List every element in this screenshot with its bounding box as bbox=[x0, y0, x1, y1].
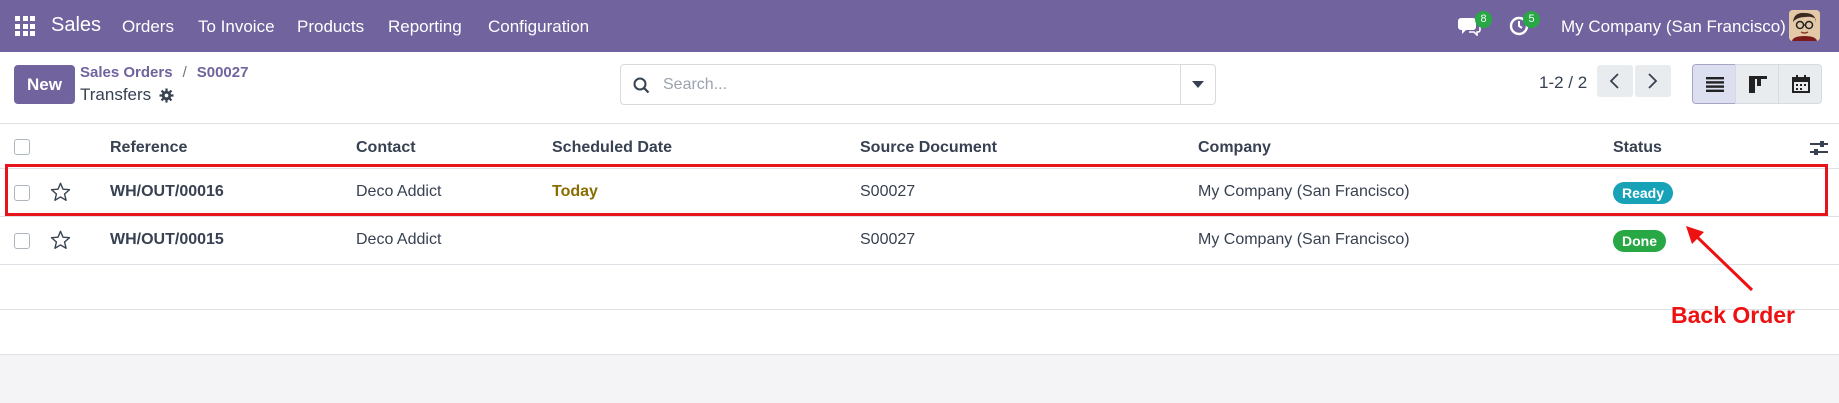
list-view-button[interactable] bbox=[1692, 64, 1736, 104]
calendar-view-button[interactable] bbox=[1778, 64, 1822, 104]
menu-reporting[interactable]: Reporting bbox=[388, 17, 462, 37]
settings-toggle-icon[interactable] bbox=[1810, 140, 1828, 156]
cell-company: My Company (San Francisco) bbox=[1198, 231, 1410, 248]
breadcrumb-sales-orders[interactable]: Sales Orders bbox=[80, 64, 173, 81]
pager-next-button[interactable] bbox=[1635, 65, 1671, 97]
menu-to-invoice[interactable]: To Invoice bbox=[198, 17, 275, 37]
annotation-arrow bbox=[1686, 226, 1754, 292]
chevron-left-icon bbox=[1609, 73, 1619, 89]
search-options-toggle[interactable] bbox=[1180, 65, 1215, 104]
messages-badge: 8 bbox=[1475, 11, 1492, 28]
pager-previous-button[interactable] bbox=[1597, 65, 1633, 97]
apps-icon[interactable] bbox=[15, 16, 35, 36]
kanban-view-button[interactable] bbox=[1735, 64, 1779, 104]
gear-icon[interactable] bbox=[159, 87, 174, 103]
page-title-row: Transfers bbox=[80, 85, 174, 105]
kanban-view-icon bbox=[1749, 76, 1767, 93]
menu-orders[interactable]: Orders bbox=[122, 17, 174, 37]
search-input[interactable]: Search... bbox=[663, 76, 727, 94]
cell-contact: Deco Addict bbox=[356, 231, 442, 248]
search-icon bbox=[633, 77, 650, 94]
menu-configuration[interactable]: Configuration bbox=[488, 17, 589, 37]
new-button[interactable]: New bbox=[14, 65, 75, 104]
breadcrumb-separator: / bbox=[182, 64, 187, 81]
list-view-icon bbox=[1706, 77, 1724, 92]
breadcrumb-order[interactable]: S00027 bbox=[197, 64, 249, 81]
search-bar[interactable]: Search... bbox=[620, 64, 1216, 105]
column-reference[interactable]: Reference bbox=[110, 139, 187, 157]
cell-reference: WH/OUT/00015 bbox=[110, 231, 224, 248]
control-panel: New Sales Orders / S00027 Transfers Search… bbox=[0, 52, 1839, 124]
column-company[interactable]: Company bbox=[1198, 139, 1271, 157]
menu-products[interactable]: Products bbox=[297, 17, 364, 37]
column-scheduled-date[interactable]: Scheduled Date bbox=[552, 139, 672, 157]
star-icon[interactable] bbox=[50, 230, 71, 250]
select-all-checkbox[interactable] bbox=[14, 139, 30, 155]
table-row[interactable]: WH/OUT/00015 Deco Addict S00027 My Compa… bbox=[0, 217, 1839, 265]
caret-down-icon bbox=[1192, 81, 1204, 88]
table-header: Reference Contact Scheduled Date Source … bbox=[0, 124, 1839, 169]
annotation-label: Back Order bbox=[1671, 302, 1796, 328]
messages-button[interactable]: 8 bbox=[1456, 0, 1496, 52]
pager-value[interactable]: 1-2 / 2 bbox=[1539, 73, 1587, 93]
company-switcher[interactable]: My Company (San Francisco) bbox=[1561, 17, 1786, 37]
column-source-document[interactable]: Source Document bbox=[860, 139, 997, 157]
activities-button[interactable]: 5 bbox=[1508, 0, 1548, 52]
activities-badge: 5 bbox=[1523, 11, 1540, 28]
cell-source-document: S00027 bbox=[860, 231, 916, 248]
empty-row bbox=[0, 265, 1839, 310]
empty-row bbox=[0, 310, 1839, 355]
page-title: Transfers bbox=[80, 85, 152, 104]
chevron-right-icon bbox=[1648, 73, 1658, 89]
breadcrumb: Sales Orders / S00027 bbox=[80, 64, 248, 81]
top-navbar: Sales Orders To Invoice Products Reporti… bbox=[0, 0, 1839, 52]
row-checkbox[interactable] bbox=[14, 233, 30, 249]
column-status[interactable]: Status bbox=[1613, 139, 1662, 157]
column-contact[interactable]: Contact bbox=[356, 139, 416, 157]
calendar-view-icon bbox=[1792, 75, 1810, 93]
status-badge: Done bbox=[1613, 230, 1666, 252]
app-brand[interactable]: Sales bbox=[51, 14, 101, 37]
highlight-box bbox=[5, 164, 1828, 216]
avatar[interactable] bbox=[1789, 10, 1820, 41]
